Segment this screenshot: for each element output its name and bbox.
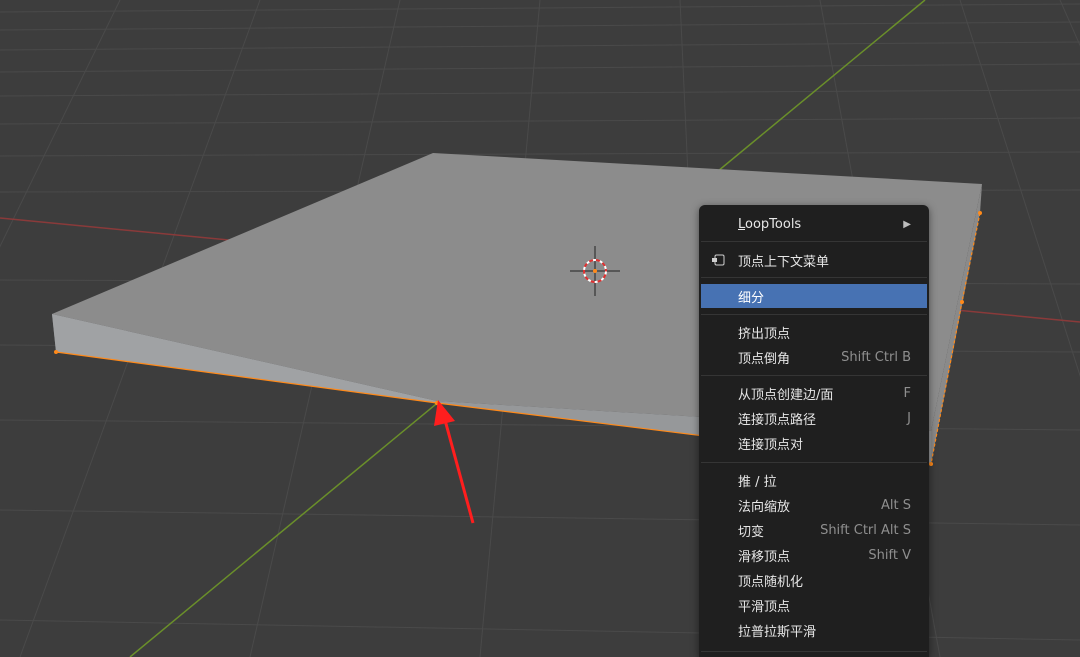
menu-item-slide-vertices[interactable]: 滑移顶点 Shift V xyxy=(701,543,927,567)
menu-item-label: 顶点上下文菜单 xyxy=(738,254,830,270)
menu-item-label: 顶点随机化 xyxy=(738,574,804,590)
menu-item-label: LoopTools xyxy=(738,216,802,232)
menu-item-shortcut: Shift V xyxy=(868,547,911,563)
menu-item-label: 拉普拉斯平滑 xyxy=(738,624,817,640)
menu-separator xyxy=(701,651,927,652)
menu-item-bevel-vertices[interactable]: 顶点倒角 Shift Ctrl B xyxy=(701,345,927,369)
menu-item-shortcut: J xyxy=(907,410,911,426)
menu-item-subdivide[interactable]: 细分 xyxy=(701,284,927,308)
menu-item-randomize-vertices[interactable]: 顶点随机化 xyxy=(701,568,927,592)
menu-item-label: 法向缩放 xyxy=(738,499,791,515)
menu-item-shortcut: Shift Ctrl Alt S xyxy=(820,522,911,538)
menu-item-laplacian-smooth[interactable]: 拉普拉斯平滑 xyxy=(701,618,927,642)
selected-vertex[interactable] xyxy=(960,300,964,304)
menu-item-label: 平滑顶点 xyxy=(738,599,791,615)
menu-item-vertex-context-menu[interactable]: 顶点上下文菜单 xyxy=(701,248,927,272)
menu-item-shear[interactable]: 切变 Shift Ctrl Alt S xyxy=(701,518,927,542)
menu-item-label: 细分 xyxy=(738,290,765,306)
menu-item-looptools[interactable]: LoopTools ▶ xyxy=(701,212,927,236)
selected-vertex[interactable] xyxy=(978,211,982,215)
vertex-context-menu: LoopTools ▶ 顶点上下文菜单 细分 挤出顶点 顶点倒角 Shift C… xyxy=(699,205,929,657)
menu-item-extrude-vertices[interactable]: 挤出顶点 xyxy=(701,320,927,344)
menu-item-label: 从顶点创建边/面 xyxy=(738,387,834,403)
menu-item-connect-vertex-pairs[interactable]: 连接顶点对 xyxy=(701,431,927,455)
menu-separator xyxy=(701,314,927,315)
menu-item-shortcut: F xyxy=(903,385,911,401)
menu-item-smooth-vertices[interactable]: 平滑顶点 xyxy=(701,593,927,617)
annotation-arrow-icon xyxy=(434,400,475,524)
menu-item-shrink-fatten[interactable]: 法向缩放 Alt S xyxy=(701,493,927,517)
submenu-arrow-icon: ▶ xyxy=(903,218,911,230)
menu-item-label: 挤出顶点 xyxy=(738,326,791,342)
menu-item-shortcut: Alt S xyxy=(881,497,911,513)
menu-separator xyxy=(701,277,927,278)
menu-item-connect-vertex-path[interactable]: 连接顶点路径 J xyxy=(701,406,927,430)
menu-item-label: 滑移顶点 xyxy=(738,549,791,565)
vertex-context-icon xyxy=(712,254,725,266)
menu-item-label: 连接顶点对 xyxy=(738,437,804,453)
menu-separator xyxy=(701,241,927,242)
menu-item-label: 切变 xyxy=(738,524,765,540)
menu-item-label: 推 / 拉 xyxy=(738,474,777,490)
menu-separator xyxy=(701,462,927,463)
menu-separator xyxy=(701,375,927,376)
selected-vertex[interactable] xyxy=(54,350,58,354)
selected-vertex[interactable] xyxy=(929,462,933,466)
menu-item-label: 顶点倒角 xyxy=(738,351,791,367)
menu-item-push-pull[interactable]: 推 / 拉 xyxy=(701,468,927,492)
menu-item-shortcut: Shift Ctrl B xyxy=(841,349,911,365)
menu-item-new-edge-face[interactable]: 从顶点创建边/面 F xyxy=(701,381,927,405)
menu-item-label: 连接顶点路径 xyxy=(738,412,817,428)
